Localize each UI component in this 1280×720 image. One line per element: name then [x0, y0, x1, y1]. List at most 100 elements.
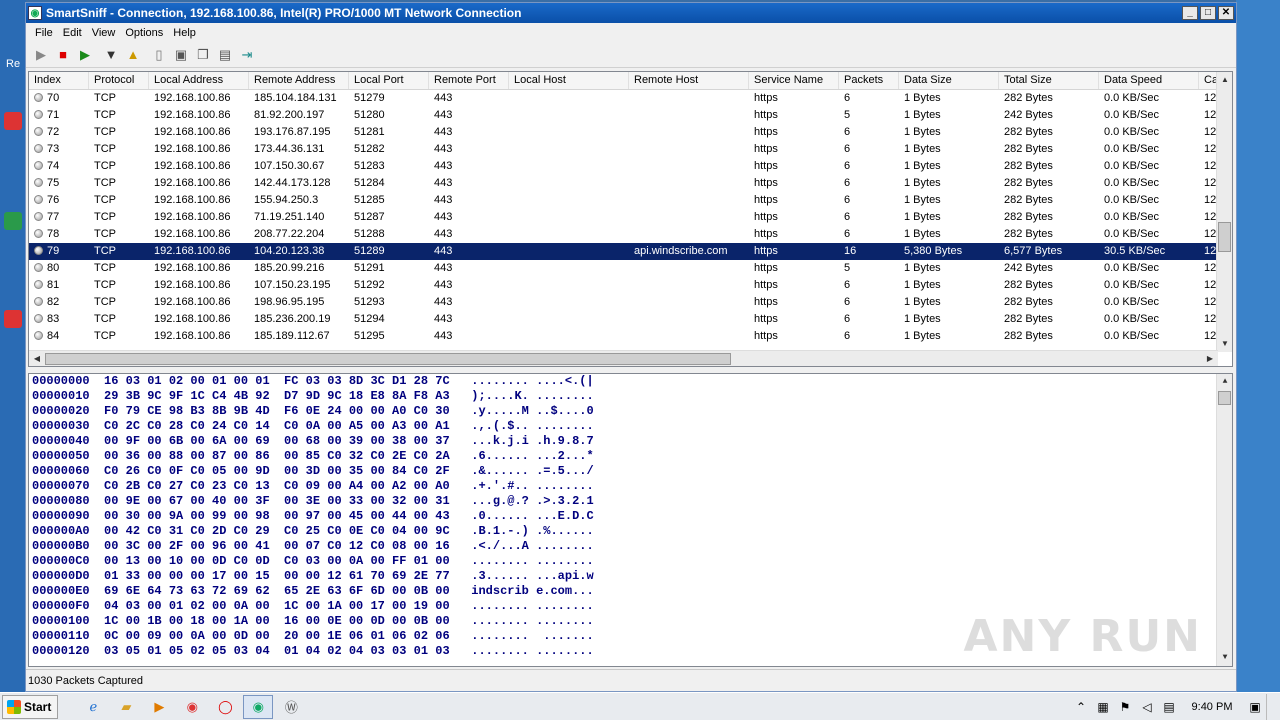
table-row[interactable]: 82 TCP 192.168.100.86 198.96.95.195 51293 443… — [29, 294, 1232, 311]
column-header[interactable]: Index — [29, 72, 89, 89]
start-button[interactable]: Start — [2, 694, 59, 719]
scroll-down-arrow-icon[interactable]: ▼ — [1217, 650, 1232, 666]
scroll-up-arrow-icon[interactable]: ▲ — [1217, 72, 1232, 88]
column-header[interactable]: Protocol — [89, 72, 149, 89]
column-header[interactable]: Remote Host — [629, 72, 749, 89]
new-file-icon[interactable]: ▯ — [148, 44, 170, 66]
show-hidden-icons-icon[interactable]: ⌃ — [1070, 700, 1092, 714]
table-row[interactable]: 79 TCP 192.168.100.86 104.20.123.38 51289 443… — [29, 243, 1232, 260]
hex-line: 000000D0 01 33 00 00 00 17 00 15 00 00 1… — [32, 569, 594, 583]
table-row[interactable]: 80 TCP 192.168.100.86 185.20.99.216 51291 443… — [29, 260, 1232, 277]
table-row[interactable]: 81 TCP 192.168.100.86 107.150.23.195 51292 44… — [29, 277, 1232, 294]
table-cell — [509, 260, 629, 277]
table-row[interactable]: 72 TCP 192.168.100.86 193.176.87.195 51281 44… — [29, 124, 1232, 141]
volume-icon[interactable]: ◁ — [1136, 700, 1158, 714]
list-horizontal-scrollbar[interactable]: ◀ ▶ — [29, 350, 1218, 366]
network-icon[interactable]: ▦ — [1092, 700, 1114, 714]
scroll-thumb[interactable] — [1218, 391, 1231, 405]
clock[interactable]: 9:40 PM — [1180, 701, 1244, 713]
column-header[interactable]: Data Speed — [1099, 72, 1199, 89]
column-header[interactable]: Local Host — [509, 72, 629, 89]
scroll-thumb[interactable] — [1218, 222, 1231, 252]
status-dot-icon — [34, 144, 43, 153]
minimize-button[interactable]: _ — [1182, 6, 1198, 20]
menu-edit[interactable]: Edit — [58, 27, 87, 39]
scroll-right-arrow-icon[interactable]: ▶ — [1202, 351, 1218, 366]
desktop-icon[interactable] — [4, 310, 22, 328]
table-row[interactable]: 78 TCP 192.168.100.86 208.77.22.204 51288 443… — [29, 226, 1232, 243]
chrome-icon[interactable]: ◉ — [177, 695, 207, 719]
menu-view[interactable]: View — [87, 27, 121, 39]
table-cell: https — [754, 245, 778, 257]
scroll-left-arrow-icon[interactable]: ◀ — [29, 351, 45, 366]
flag-icon[interactable]: ⚑ — [1114, 700, 1136, 714]
column-header[interactable]: Service Name — [749, 72, 839, 89]
table-row[interactable]: 74 TCP 192.168.100.86 107.150.30.67 51283 443… — [29, 158, 1232, 175]
table-row[interactable]: 76 TCP 192.168.100.86 155.94.250.3 51285 443 h… — [29, 192, 1232, 209]
table-cell: 0.0 KB/Sec — [1104, 143, 1160, 155]
close-button[interactable]: ✕ — [1218, 6, 1234, 20]
column-header[interactable]: Remote Address — [249, 72, 349, 89]
action-center-icon[interactable]: ▣ — [1244, 700, 1266, 714]
warning-filter-icon[interactable]: ▲ — [122, 44, 144, 66]
table-row[interactable]: 75 TCP 192.168.100.86 142.44.173.128 51284 44… — [29, 175, 1232, 192]
table-cell: 51287 — [354, 211, 385, 223]
menu-help[interactable]: Help — [168, 27, 201, 39]
properties-icon[interactable]: ▤ — [214, 44, 236, 66]
menu-options[interactable]: Options — [120, 27, 168, 39]
start-capture-icon[interactable]: ▶ — [30, 44, 52, 66]
column-header[interactable]: Packets — [839, 72, 899, 89]
table-row[interactable]: 77 TCP 192.168.100.86 71.19.251.140 51287 443… — [29, 209, 1232, 226]
start-label: Start — [24, 699, 52, 714]
opera-icon[interactable]: ◯ — [210, 695, 240, 719]
maximize-button[interactable]: □ — [1200, 6, 1216, 20]
media-player-icon[interactable]: ▶ — [144, 695, 174, 719]
desktop-icon[interactable] — [4, 212, 22, 230]
save-icon[interactable]: ▣ — [170, 44, 192, 66]
table-row[interactable]: 71 TCP 192.168.100.86 81.92.200.197 51280 443… — [29, 107, 1232, 124]
app-task-icon[interactable]: Ⓦ — [276, 695, 306, 719]
app-icon: ◉ — [28, 6, 42, 20]
explorer-folder-icon[interactable]: ▰ — [111, 695, 141, 719]
table-row[interactable]: 73 TCP 192.168.100.86 173.44.36.131 51282 443… — [29, 141, 1232, 158]
table-row[interactable]: 83 TCP 192.168.100.86 185.236.200.19 51294 44… — [29, 311, 1232, 328]
menu-file[interactable]: File — [30, 27, 58, 39]
table-cell — [629, 277, 749, 294]
show-desktop-button[interactable] — [1266, 694, 1280, 720]
copy-icon[interactable]: ❐ — [192, 44, 214, 66]
status-dot-icon — [34, 246, 43, 255]
network-status-icon[interactable]: ▤ — [1158, 700, 1180, 714]
table-row[interactable]: 84 TCP 192.168.100.86 185.189.112.67 51295 44… — [29, 328, 1232, 345]
stop-capture-icon[interactable]: ■ — [52, 44, 74, 66]
scroll-down-arrow-icon[interactable]: ▼ — [1217, 336, 1232, 352]
hex-line: 00000060 C0 26 C0 0F C0 05 00 9D 00 3D 0… — [32, 464, 594, 478]
list-vertical-scrollbar[interactable]: ▲ ▼ — [1216, 72, 1232, 352]
table-cell: 6 — [844, 313, 851, 325]
hex-vertical-scrollbar[interactable]: ▲ ▼ — [1216, 374, 1232, 666]
hex-line: 00000040 00 9F 00 6B 00 6A 00 69 00 68 0… — [32, 434, 594, 448]
table-cell: 1 Bytes — [904, 313, 941, 325]
scroll-up-arrow-icon[interactable]: ▲ — [1217, 374, 1232, 390]
table-cell: 1 Bytes — [904, 92, 941, 104]
column-header[interactable]: Total Size — [999, 72, 1099, 89]
column-header[interactable]: Local Address — [149, 72, 249, 89]
smartsniff-task-icon[interactable]: ◉ — [243, 694, 274, 719]
table-row[interactable]: 70 TCP 192.168.100.86 185.104.184.131 51279 4… — [29, 90, 1232, 107]
column-header[interactable]: Remote Port — [429, 72, 509, 89]
title-bar[interactable]: ◉ SmartSniff - Connection, 192.168.100.8… — [26, 3, 1236, 23]
scroll-thumb-horizontal[interactable] — [45, 353, 731, 365]
desktop-icon-label: Re — [6, 58, 21, 70]
filter-icon[interactable]: ▼ — [100, 44, 122, 66]
resume-capture-icon[interactable]: ▶ — [74, 44, 96, 66]
row-index: 84 — [29, 328, 89, 345]
column-header[interactable]: Local Port — [349, 72, 429, 89]
table-cell: 192.168.100.86 — [154, 228, 231, 240]
hex-dump-panel[interactable]: 00000000 16 03 01 02 00 01 00 01 FC 03 0… — [28, 373, 1233, 667]
internet-explorer-icon[interactable]: ℯ — [78, 695, 108, 719]
exit-icon[interactable]: ⇥ — [236, 44, 258, 66]
table-cell: 142.44.173.128 — [254, 177, 331, 189]
column-header[interactable]: Data Size — [899, 72, 999, 89]
desktop-icon[interactable] — [4, 112, 22, 130]
table-cell: 282 Bytes — [1004, 296, 1053, 308]
table-cell: 1 Bytes — [904, 228, 941, 240]
